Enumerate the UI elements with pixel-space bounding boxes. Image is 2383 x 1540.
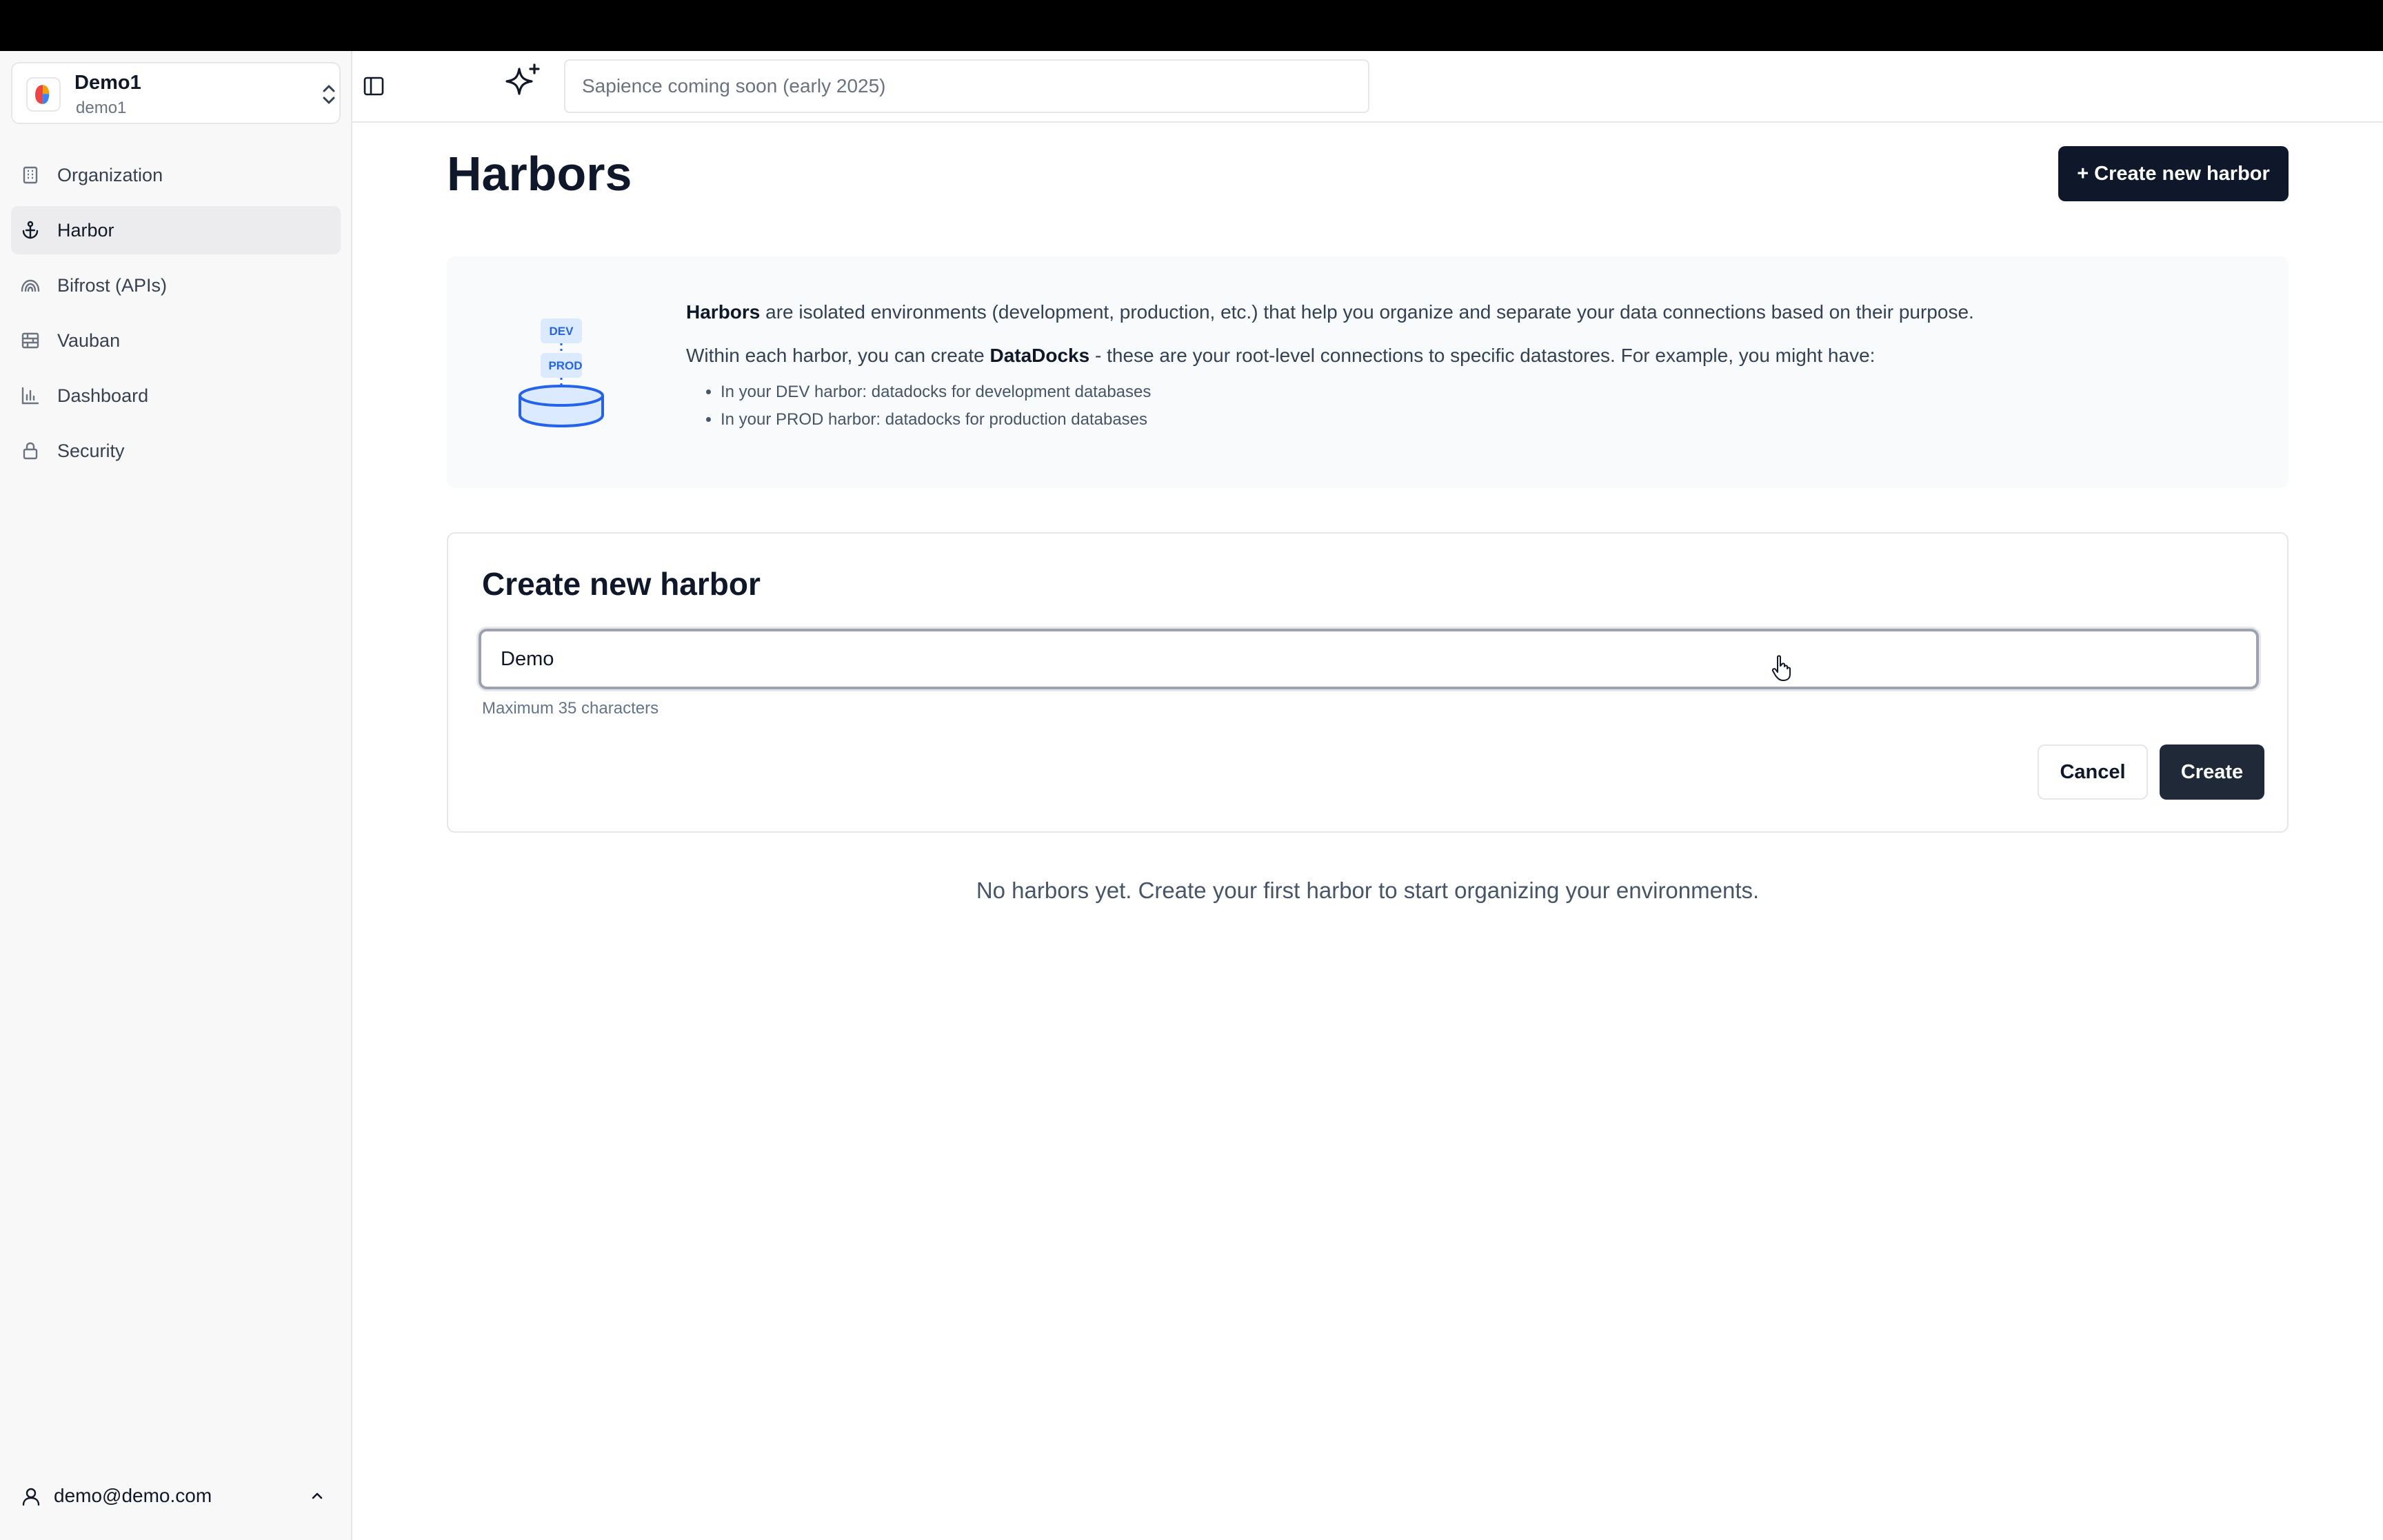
- cancel-button[interactable]: Cancel: [2038, 744, 2148, 800]
- harbors-description: are isolated environments (development, …: [760, 301, 1974, 323]
- sidebar-item-security[interactable]: Security: [11, 427, 341, 475]
- sparkle-icon: [505, 63, 540, 95]
- header: [352, 51, 2383, 123]
- org-logo: [26, 77, 61, 112]
- harbors-term: Harbors: [686, 301, 761, 323]
- sidebar-item-label: Security: [57, 440, 125, 461]
- hand-pointer-icon: [1771, 655, 1791, 681]
- org-switcher[interactable]: Demo1 demo1: [11, 62, 341, 124]
- sidebar-item-label: Dashboard: [57, 385, 149, 406]
- harbor-info-paragraph: Harbors are isolated environments (devel…: [686, 299, 2258, 325]
- harbor-name-input[interactable]: [479, 629, 2259, 689]
- create-harbor-form: Create new harbor Maximum 35 characters …: [447, 532, 2289, 833]
- datadocks-intro: Within each harbor, you can create: [686, 345, 990, 366]
- user-email: demo@demo.com: [54, 1485, 212, 1506]
- prod-label: PROD: [548, 359, 582, 372]
- sidebar-item-organization[interactable]: Organization: [11, 151, 341, 199]
- sidebar-item-label: Organization: [57, 165, 163, 185]
- building-icon: [23, 166, 38, 184]
- harbor-info-text: Harbors are isolated environments (devel…: [686, 299, 2258, 434]
- sidebar-item-label: Vauban: [57, 330, 121, 351]
- sidebar-item-bifrost[interactable]: Bifrost (APIs): [11, 261, 341, 310]
- list-item: In your DEV harbor: datadocks for develo…: [721, 378, 2258, 406]
- sidebar-item-label: Bifrost (APIs): [57, 275, 168, 296]
- sidebar-item-label: Harbor: [57, 220, 114, 241]
- ai-search-input[interactable]: [564, 59, 1369, 113]
- page-title: Harbors: [447, 147, 632, 201]
- harbor-illustration: DEV PROD: [519, 318, 604, 428]
- form-title: Create new harbor: [482, 566, 761, 602]
- list-item: In your PROD harbor: datadocks for produ…: [721, 406, 2258, 434]
- panel-left-toggle-icon[interactable]: [362, 74, 385, 98]
- harbor-info-card: DEV PROD Harbors are isolated environmen…: [447, 256, 2289, 488]
- example-list: In your DEV harbor: datadocks for develo…: [686, 378, 2258, 434]
- rainbow-icon: [21, 279, 40, 292]
- user-menu[interactable]: demo@demo.com: [11, 1477, 341, 1515]
- top-black-bar: [0, 0, 2383, 51]
- create-button[interactable]: Create: [2160, 744, 2264, 800]
- anchor-icon: [22, 221, 39, 239]
- main-content: Harbors + Create new harbor DEV PROD Har…: [352, 124, 2383, 1540]
- dev-label: DEV: [550, 325, 574, 338]
- chevrons-up-down-icon: [323, 85, 335, 104]
- datadocks-term: DataDocks: [989, 345, 1090, 366]
- helper-text: Maximum 35 characters: [482, 699, 659, 718]
- sidebar-item-vauban[interactable]: Vauban: [11, 316, 341, 365]
- datadocks-description: - these are your root-level connections …: [1089, 345, 1876, 366]
- datadocks-info-paragraph: Within each harbor, you can create DataD…: [686, 343, 2258, 369]
- lock-icon: [23, 442, 38, 460]
- org-name: Demo1: [74, 72, 141, 94]
- chevron-up-icon: [312, 1492, 323, 1499]
- org-slug: demo1: [76, 99, 127, 117]
- create-new-harbor-button[interactable]: + Create new harbor: [2058, 146, 2289, 201]
- bar-chart-icon: [21, 387, 39, 405]
- user-icon: [22, 1488, 40, 1506]
- sidebar-item-dashboard[interactable]: Dashboard: [11, 372, 341, 420]
- brick-wall-icon: [21, 332, 39, 349]
- empty-state-text: No harbors yet. Create your first harbor…: [976, 878, 1760, 903]
- sidebar: Demo1 demo1 Organization Harbor Bifrost …: [0, 51, 352, 1540]
- sidebar-item-harbor[interactable]: Harbor: [11, 206, 341, 254]
